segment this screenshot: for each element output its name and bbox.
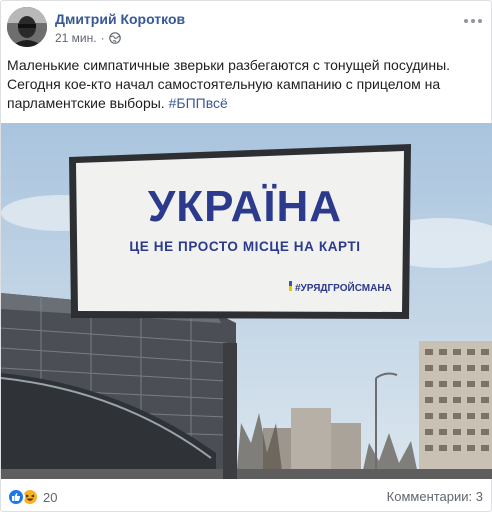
reaction-count[interactable]: 20: [43, 490, 57, 505]
billboard-title: УКРАЇНА: [148, 182, 342, 231]
comments-count-link[interactable]: Комментарии: 3: [387, 489, 483, 504]
post-card: Дмитрий Коротков 21 мин. · Маленькие сим…: [0, 0, 492, 512]
author-name[interactable]: Дмитрий Коротков: [55, 11, 185, 27]
post-meta: 21 мин. ·: [55, 31, 121, 45]
billboard-subtitle: ЦЕ НЕ ПРОСТО МІСЦЕ НА КАРТІ: [129, 239, 360, 254]
reactions-summary[interactable]: 20: [7, 488, 57, 506]
post-text-line-1: Маленькие симпатичные зверьки разбегаютс…: [7, 57, 451, 73]
hashtag-link[interactable]: #БППвсё: [169, 95, 228, 111]
post-text-line-2: Сегодня кое-кто начал самостоятельную ка…: [7, 76, 441, 92]
avatar[interactable]: [7, 7, 47, 47]
ukraine-flag-icon: [289, 281, 292, 291]
post-text-line-3: парламентские выборы. #БППвсё: [7, 94, 485, 113]
billboard-hashtag: #УРЯДГРОЙСМАНА: [295, 281, 392, 294]
post-photo[interactable]: УКРАЇНА ЦЕ НЕ ПРОСТО МІСЦЕ НА КАРТІ #УРЯ…: [1, 123, 492, 479]
like-icon: [7, 488, 25, 506]
post-time[interactable]: 21 мин.: [55, 31, 97, 45]
more-dots-icon[interactable]: [461, 13, 485, 29]
globe-icon[interactable]: [108, 32, 121, 44]
post-footer: 20 Комментарии: 3: [1, 479, 492, 512]
post-text-line-3-text: парламентские выборы.: [7, 95, 165, 111]
post-header: Дмитрий Коротков 21 мин. ·: [7, 7, 487, 47]
meta-separator: ·: [100, 31, 105, 45]
post-text: Маленькие симпатичные зверьки разбегаютс…: [7, 56, 485, 113]
